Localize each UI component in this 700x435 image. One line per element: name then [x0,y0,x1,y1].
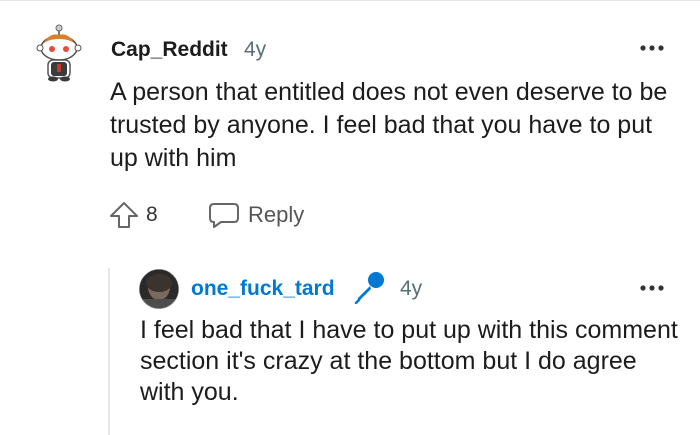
comment-timestamp[interactable]: 4y [244,38,266,62]
top-divider [0,0,700,1]
comment-author[interactable]: Cap_Reddit [111,38,228,62]
reply-label: Reply [248,202,305,227]
comment-body: I feel bad that I have to put up with th… [140,316,678,406]
vote-score: 8 [146,203,158,226]
more-options-icon[interactable] [637,278,667,298]
user-photo-avatar[interactable] [139,269,179,309]
more-options-icon[interactable] [637,38,667,58]
microphone-icon [352,270,386,305]
upvote-icon[interactable] [108,200,140,230]
comment-timestamp[interactable]: 4y [400,277,422,301]
chat-bubble-icon [209,203,239,228]
comment-body: A person that entitled does not even des… [110,78,668,172]
snoo-avatar-icon[interactable] [36,24,82,82]
thread-line[interactable] [108,268,110,435]
comment-author[interactable]: one_fuck_tard [191,277,335,301]
reply-button[interactable]: Reply [208,198,304,232]
